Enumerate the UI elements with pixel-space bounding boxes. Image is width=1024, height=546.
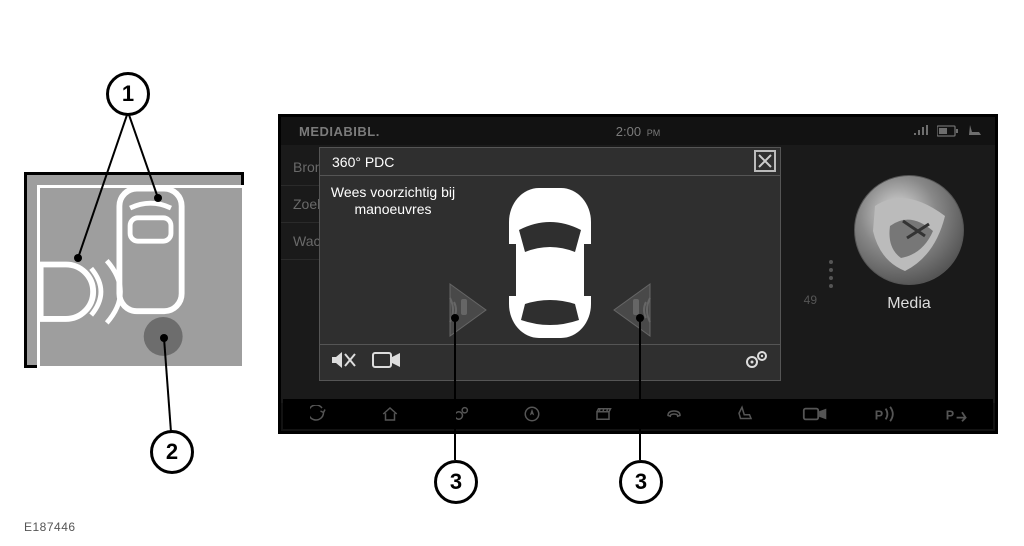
status-icons (913, 125, 985, 137)
seat-icon (967, 125, 985, 137)
pdc-title: 360° PDC (332, 154, 394, 170)
callout-2: 2 (150, 430, 194, 474)
gear-icon (744, 350, 770, 370)
media-label: Media (823, 295, 995, 313)
nav-bar: P P (283, 399, 993, 429)
rcta-left-icon (448, 282, 488, 338)
right-rail: Media (823, 145, 995, 403)
callout-3-left: 3 (434, 460, 478, 504)
display-body: Bron Zoek Wac 360° PDC Wees voorzichtig … (281, 145, 995, 403)
phone-icon (665, 405, 683, 423)
nav-home[interactable] (354, 399, 425, 429)
gear-small-icon (452, 405, 470, 423)
nav-seat[interactable] (709, 399, 780, 429)
nav-camera[interactable] (780, 399, 851, 429)
pdc-header: 360° PDC (320, 148, 780, 176)
nav-navigation[interactable] (496, 399, 567, 429)
camera-nav-icon (802, 405, 829, 423)
pictogram-illustration (27, 175, 241, 366)
vehicle-top-icon (495, 184, 605, 344)
nav-media[interactable] (567, 399, 638, 429)
park-sensor-icon: P (873, 405, 900, 423)
infotainment-display: MEDIABIBL. 2:00 PM Bron Zoek Wac 360° PD… (278, 114, 998, 434)
clock-ampm: PM (647, 128, 661, 138)
figure-reference: E187446 (24, 520, 76, 534)
mute-icon (330, 350, 356, 370)
media-album-art[interactable] (854, 175, 964, 285)
auto-park-icon: P (944, 405, 971, 423)
background-time-fragment: 49 (804, 293, 817, 307)
svg-text:P: P (946, 408, 954, 422)
signal-icon (913, 125, 929, 137)
nav-park-assist[interactable]: P (851, 399, 922, 429)
nav-auto-park[interactable]: P (922, 399, 993, 429)
camera-button[interactable] (372, 350, 402, 375)
rcta-right-icon (612, 282, 652, 338)
pdc-window: 360° PDC Wees voorzichtig bij manoeuvres (319, 147, 781, 381)
status-bar: MEDIABIBL. 2:00 PM (281, 117, 995, 145)
callout-3-right: 3 (619, 460, 663, 504)
back-icon (310, 405, 328, 423)
seat-nav-icon (736, 405, 754, 423)
close-button[interactable] (754, 150, 776, 172)
mute-button[interactable] (330, 350, 356, 375)
battery-icon (937, 125, 959, 137)
callout-1: 1 (106, 72, 150, 116)
pdc-message: Wees voorzichtig bij manoeuvres (328, 184, 458, 218)
source-title: MEDIABIBL. (299, 124, 380, 139)
album-art-icon (855, 176, 964, 285)
camera-icon (372, 350, 402, 370)
settings-button[interactable] (744, 350, 770, 375)
pdc-body: Wees voorzichtig bij manoeuvres (320, 176, 780, 346)
clapper-icon (594, 405, 612, 423)
page-dots (829, 260, 833, 288)
svg-text:P: P (875, 408, 883, 422)
close-icon (758, 154, 772, 168)
nav-back[interactable] (283, 399, 354, 429)
clock-time: 2:00 (616, 124, 641, 139)
compass-icon (523, 405, 541, 423)
clock: 2:00 PM (616, 124, 660, 139)
home-icon (381, 405, 399, 423)
nav-settings[interactable] (425, 399, 496, 429)
pdc-footer (320, 344, 780, 380)
nav-phone[interactable] (638, 399, 709, 429)
scenario-pictogram (24, 172, 244, 368)
